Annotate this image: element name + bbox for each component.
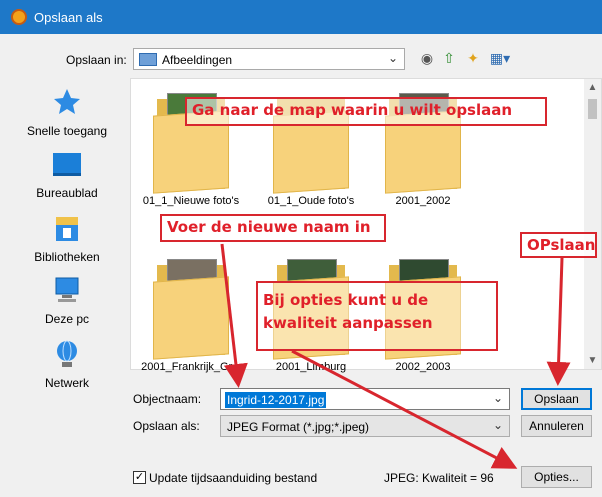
arrow-to-options xyxy=(291,349,518,469)
annotation-arrows xyxy=(220,243,571,469)
arrow-to-filename xyxy=(220,243,248,388)
arrow-to-save xyxy=(546,257,571,386)
